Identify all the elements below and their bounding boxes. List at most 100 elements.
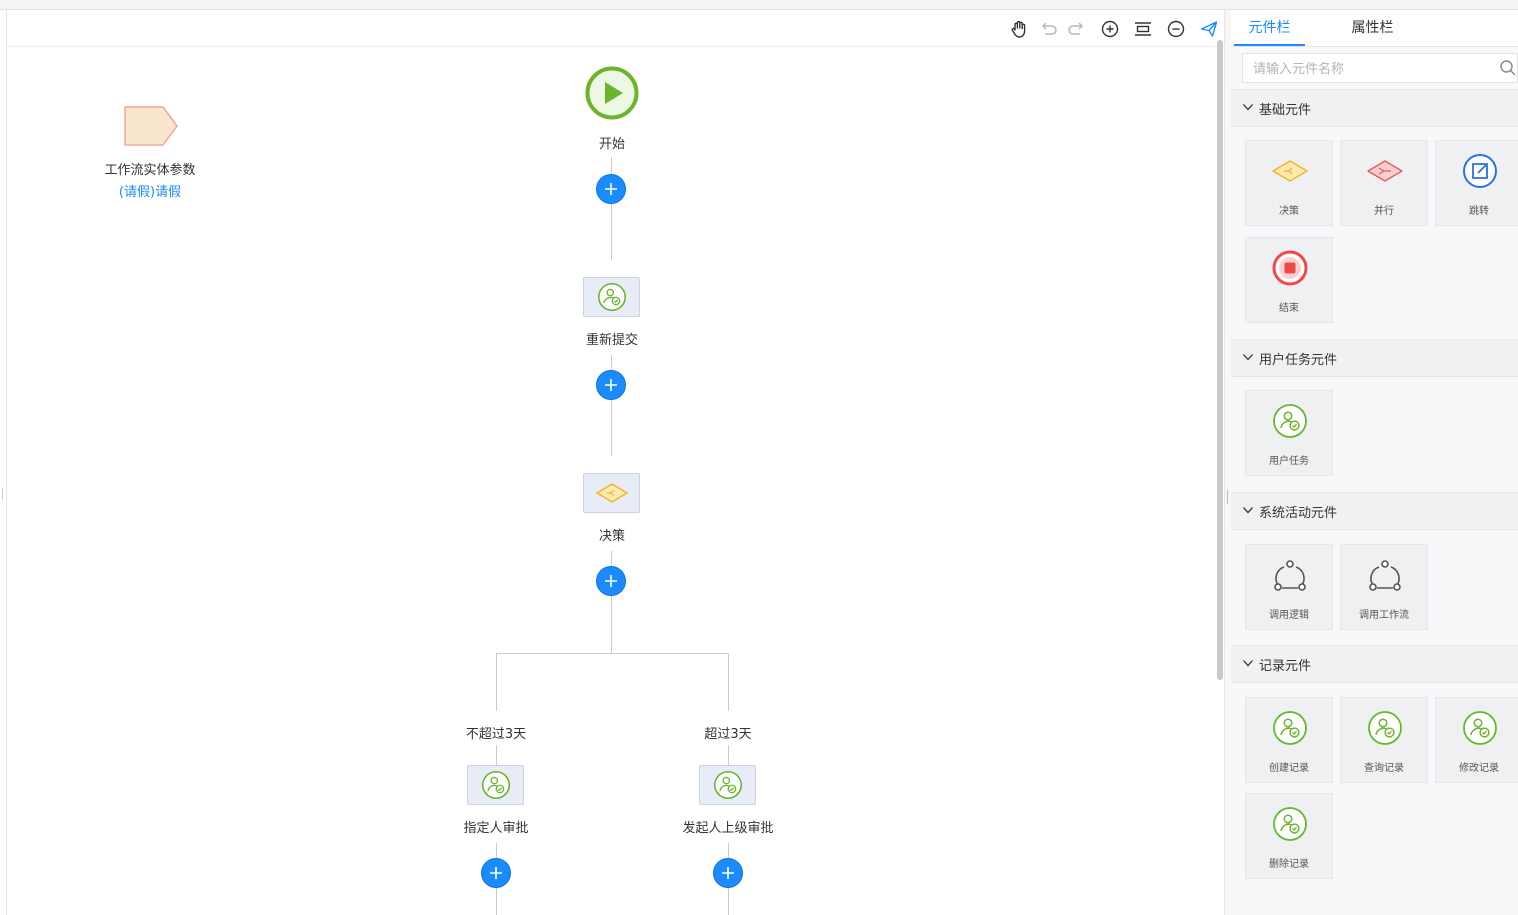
tab-components[interactable]: 元件栏 bbox=[1234, 10, 1305, 46]
top-strip bbox=[0, 0, 1518, 10]
chevron-down-icon bbox=[1243, 354, 1253, 361]
branch-left-condition[interactable]: 不超过3天 bbox=[466, 723, 526, 742]
panel-tabs: 元件栏 属性栏 bbox=[1231, 10, 1518, 47]
zoom-out-icon[interactable] bbox=[1165, 18, 1187, 40]
section-title: 用户任务元件 bbox=[1259, 353, 1338, 368]
decision-icon bbox=[1272, 160, 1308, 182]
connector bbox=[728, 745, 729, 765]
component-label: 用户任务 bbox=[1269, 456, 1309, 467]
section-records[interactable]: 记录元件 bbox=[1231, 645, 1518, 683]
plus-icon bbox=[605, 379, 617, 391]
component-panel: 元件栏 属性栏 基础元件 决策 并行 跳转 结束 用户任务元件 用户任务 系统活… bbox=[1231, 10, 1518, 915]
component-user-task[interactable]: 用户任务 bbox=[1245, 390, 1333, 476]
component-call-workflow[interactable]: 调用工作流 bbox=[1340, 544, 1428, 630]
entity-param-node[interactable] bbox=[123, 104, 179, 148]
right-approval-task-node[interactable] bbox=[699, 765, 756, 805]
component-label: 删除记录 bbox=[1269, 859, 1309, 870]
canvas-scrollbar[interactable] bbox=[1217, 40, 1223, 680]
component-delete-record[interactable]: 删除记录 bbox=[1245, 793, 1333, 879]
stop-icon bbox=[1272, 250, 1308, 286]
record-icon bbox=[1273, 807, 1307, 841]
zoom-in-icon[interactable] bbox=[1099, 18, 1121, 40]
user-task-icon bbox=[481, 770, 510, 800]
fit-icon[interactable] bbox=[1132, 18, 1154, 40]
section-title: 记录元件 bbox=[1259, 659, 1312, 674]
play-icon bbox=[585, 66, 639, 120]
record-icon bbox=[1273, 711, 1307, 745]
component-create-record[interactable]: 创建记录 bbox=[1245, 697, 1333, 783]
component-label: 并行 bbox=[1374, 206, 1394, 217]
component-label: 跳转 bbox=[1469, 206, 1489, 217]
plus-icon bbox=[490, 867, 502, 879]
component-query-record[interactable]: 查询记录 bbox=[1340, 697, 1428, 783]
component-call-logic[interactable]: 调用逻辑 bbox=[1245, 544, 1333, 630]
canvas-toolbar bbox=[7, 10, 1221, 47]
component-label: 调用工作流 bbox=[1359, 610, 1409, 621]
component-parallel[interactable]: 并行 bbox=[1340, 140, 1428, 226]
redo-icon[interactable] bbox=[1066, 18, 1088, 40]
resubmit-task-node[interactable] bbox=[583, 277, 640, 317]
component-end[interactable]: 结束 bbox=[1245, 237, 1333, 323]
entity-param-label: 工作流实体参数 bbox=[104, 163, 196, 178]
section-basic[interactable]: 基础元件 bbox=[1231, 89, 1518, 127]
add-node-button[interactable] bbox=[596, 174, 626, 204]
hand-icon[interactable] bbox=[1008, 18, 1030, 40]
parallel-icon bbox=[1367, 160, 1403, 182]
user-task-icon bbox=[597, 282, 626, 312]
record-icon bbox=[1368, 711, 1402, 745]
section-system-activity[interactable]: 系统活动元件 bbox=[1231, 492, 1518, 530]
component-decision[interactable]: 决策 bbox=[1245, 140, 1333, 226]
branch-right-condition[interactable]: 超过3天 bbox=[704, 723, 751, 742]
send-icon[interactable] bbox=[1198, 18, 1220, 40]
chevron-down-icon bbox=[1243, 660, 1253, 667]
entity-param-link[interactable]: (请假)请假 bbox=[119, 181, 181, 200]
component-jump[interactable]: 跳转 bbox=[1435, 140, 1518, 226]
component-label: 调用逻辑 bbox=[1269, 610, 1309, 621]
connector bbox=[496, 745, 497, 765]
user-task-icon bbox=[1273, 404, 1307, 438]
component-update-record[interactable]: 修改记录 bbox=[1435, 697, 1518, 783]
component-label: 查询记录 bbox=[1364, 763, 1404, 774]
section-user-task[interactable]: 用户任务元件 bbox=[1231, 339, 1518, 377]
tab-properties[interactable]: 属性栏 bbox=[1335, 10, 1410, 46]
call-workflow-icon bbox=[1369, 560, 1401, 591]
resubmit-label: 重新提交 bbox=[585, 333, 639, 348]
search-icon[interactable] bbox=[1499, 59, 1517, 77]
add-node-button[interactable] bbox=[596, 370, 626, 400]
component-label: 决策 bbox=[1279, 206, 1299, 217]
plus-icon bbox=[722, 867, 734, 879]
left-resize-grip[interactable] bbox=[2, 488, 3, 500]
connector bbox=[611, 157, 612, 260]
branch-connector bbox=[496, 653, 728, 654]
component-label: 结束 bbox=[1279, 303, 1299, 314]
add-node-button[interactable] bbox=[596, 566, 626, 596]
chevron-down-icon bbox=[1243, 507, 1253, 514]
undo-icon[interactable] bbox=[1037, 18, 1059, 40]
plus-icon bbox=[605, 183, 617, 195]
component-label: 创建记录 bbox=[1269, 763, 1309, 774]
decision-node[interactable] bbox=[583, 473, 640, 513]
add-node-button[interactable] bbox=[713, 858, 743, 888]
right-approval-label: 发起人上级审批 bbox=[682, 821, 774, 836]
entity-tag-icon bbox=[124, 106, 178, 146]
start-label: 开始 bbox=[598, 137, 626, 152]
record-icon bbox=[1463, 711, 1497, 745]
component-search-input[interactable] bbox=[1243, 54, 1505, 84]
section-title: 基础元件 bbox=[1259, 103, 1312, 118]
component-search bbox=[1242, 53, 1518, 84]
left-approval-label: 指定人审批 bbox=[463, 821, 529, 836]
call-logic-icon bbox=[1274, 560, 1306, 591]
component-label: 修改记录 bbox=[1459, 763, 1499, 774]
chevron-down-icon bbox=[1243, 104, 1253, 111]
jump-icon bbox=[1463, 154, 1497, 188]
add-node-button[interactable] bbox=[481, 858, 511, 888]
section-title: 系统活动元件 bbox=[1259, 506, 1338, 521]
connector bbox=[728, 653, 729, 711]
plus-icon bbox=[605, 575, 617, 587]
decision-label: 决策 bbox=[598, 529, 626, 544]
left-approval-task-node[interactable] bbox=[467, 765, 524, 805]
decision-icon bbox=[595, 483, 628, 503]
connector bbox=[496, 653, 497, 711]
user-task-icon bbox=[713, 770, 742, 800]
start-node[interactable] bbox=[585, 66, 639, 120]
